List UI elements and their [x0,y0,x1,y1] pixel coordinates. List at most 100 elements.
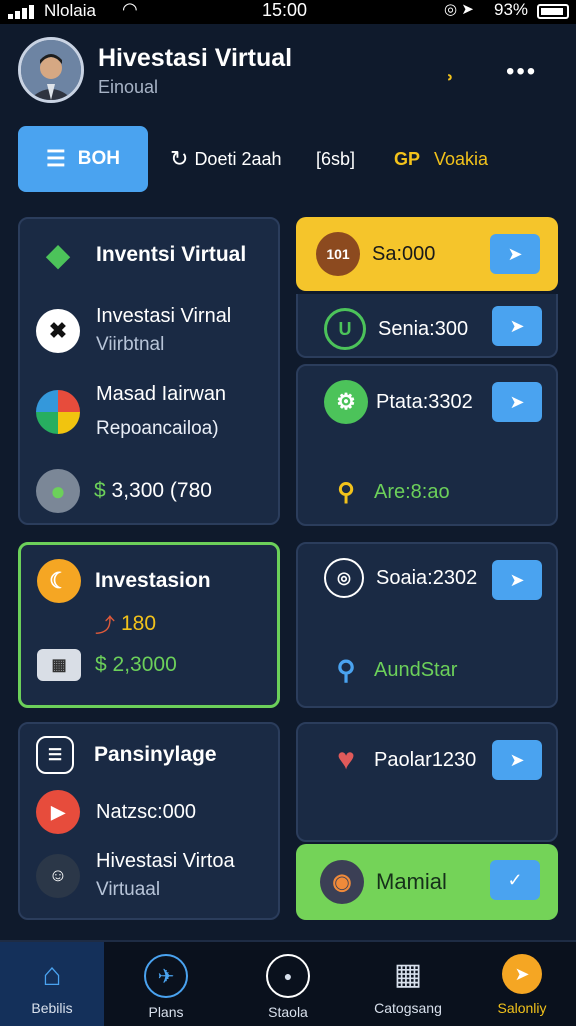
tag-icon: ◉ [320,860,364,904]
home-icon: ⌂ [42,955,62,992]
list-item-soaia[interactable]: ◎ Soaia:2302 ➤ ⚲ AundStar [296,542,558,708]
nav-catogsang[interactable]: ▦ Catogsang [358,942,458,1026]
tab-label: BOH [77,148,120,169]
tab-boh[interactable]: ☰ BOH [18,126,148,192]
send-button[interactable]: ➤ [492,740,542,780]
item-title: Natzsc:000 [96,800,197,823]
list-item[interactable]: Masad Iairwan Repoancailoa) [36,383,226,440]
check-icon: ✓ [507,869,523,890]
app-subtitle: Einoual [98,77,159,97]
moon-icon: ☾ [37,559,81,603]
item-label: Mamial [376,869,447,894]
nav-label: Bebilis [31,1000,73,1016]
list-item-sa[interactable]: 101 Sa:000 ➤ [296,217,558,291]
card-header: ☾ Investasion [37,559,211,603]
card-investasion[interactable]: ☾ Investasion ⤴ 180 ▦ $ 2,3000 [18,542,280,708]
tab-voakia[interactable]: GP Voakia [394,126,488,192]
more-options-icon[interactable]: ••• [506,58,537,86]
card-title: Inventsi Virtual [96,243,247,266]
money-icon: ◆ [46,238,70,272]
status-time: 15:00 [262,0,308,20]
item-label: Senia:300 [378,317,469,340]
battery-icon [537,4,569,19]
app-title: Hivestasi Virtual [98,44,293,72]
tab-label: Doeti 2aah [194,148,282,169]
list-item-mamial[interactable]: ◉ Mamial ✓ [296,844,558,920]
avatar[interactable] [18,37,84,103]
location-pin-icon: ◎ [324,558,364,598]
send-button[interactable]: ➤ [490,234,540,274]
brand-logo-icon[interactable]: ˒ [432,54,468,88]
gear-icon: ⚙ [324,380,368,424]
item-label: Soaia:2302 [376,566,478,589]
tab-doeti[interactable]: ↻ Doeti 2aah [170,126,282,192]
nav-label: Salonliy [497,1000,547,1016]
list-item[interactable]: ✖ Investasi Virnal Viirbtnal [36,305,231,356]
card-title: Pansinylage [94,743,217,766]
item-label: Paolar1230 [374,748,477,771]
refresh-icon: ↻ [170,146,189,171]
item-title: Masad Iairwan [96,383,227,405]
send-button[interactable]: ➤ [492,560,542,600]
nav-bebilis[interactable]: ⌂ Bebilis [0,942,104,1026]
item-row: ◎ Soaia:2302 [324,558,477,598]
item-label: Ptata:3302 [376,390,473,413]
list-item-senia[interactable]: U Senia:300 ➤ [296,294,558,358]
location-icon: ◎ ➤ [444,1,474,18]
tab-6sb[interactable]: [6sb] [316,126,355,192]
amount-value: $ 2,3000 [95,653,177,676]
nav-salonliy[interactable]: ➤ Salonliy [472,942,572,1026]
send-icon: ➤ [509,749,525,770]
send-button[interactable]: ✓ [490,860,540,900]
timer-icon: ● [266,954,310,998]
card-inventsi-virtual[interactable]: ◆ Inventsi Virtual ✖ Investasi Virnal Vi… [18,217,280,525]
send-button[interactable]: ➤ [492,306,542,346]
metric-row: ⤴ 180 [95,609,156,638]
metric-value: 180 [121,611,157,635]
item-row: ♥ Paolar1230 [324,738,476,782]
send-icon: ➤ [509,315,525,336]
card-header: ◆ Inventsi Virtual [36,233,246,277]
menu-icon: ☰ [46,146,66,171]
nav-plans[interactable]: ✈ Plans [116,942,216,1026]
item-title: Hivestasi Virtoa [96,850,235,872]
tab-bar: ☰ BOH ↻ Doeti 2aah [6sb] GP Voakia [0,126,576,196]
nav-label: Staola [268,1004,308,1020]
item-subtitle: Repoancailoa) [96,418,219,439]
card-title: Investasion [95,569,211,592]
profile-icon: ☺ [36,853,80,898]
item-row: ⚲ AundStar [324,648,457,692]
signal-icon [8,5,38,19]
item-title: Investasi Virnal [96,305,232,327]
play-icon: ▶ [36,790,80,834]
item-subtitle: Virtuaal [96,879,161,900]
send-icon: ➤ [502,954,542,994]
amount-value: $ 3,300 (780 [94,479,212,502]
item-label: AundStar [374,658,458,681]
list-item-paolar[interactable]: ♥ Paolar1230 ➤ [296,722,558,842]
carrier-name: Nlolaia [44,1,96,20]
item-row: ◉ Mamial [320,860,447,904]
tab-label: [6sb] [316,148,356,169]
list-item[interactable]: ☺ Hivestasi Virtoa Virtuaal [36,850,235,901]
amount-row: ▦ $ 2,3000 [37,649,177,681]
card-pansinylage[interactable]: ☰ Pansinylage ▶ Natzsc:000 ☺ Hivestasi V… [18,722,280,920]
send-icon: ➤ [509,569,525,590]
compass-icon: ✖ [36,308,80,353]
nav-staola[interactable]: ● Staola [238,942,338,1026]
amount-row: ● $ 3,300 (780 [36,469,212,513]
item-subtitle: Viirbtnal [96,334,165,355]
send-button[interactable]: ➤ [492,382,542,422]
send-icon: ➤ [507,243,523,264]
gp-icon: GP [394,148,421,169]
list-item[interactable]: ▶ Natzsc:000 [36,790,196,834]
list-item-ptata[interactable]: ⚙ Ptata:3302 ➤ ⚲ Are:8:ao [296,364,558,526]
trend-icon: ⤴ [95,615,115,637]
search-icon: ⚲ [336,654,356,685]
bottom-navigation: ⌂ Bebilis ✈ Plans ● Staola ▦ Catogsang ➤… [0,940,576,1026]
item-row: U Senia:300 [324,308,468,350]
badge-icon: 101 [316,232,360,276]
item-row: 101 Sa:000 [316,232,435,276]
item-row: ⚲ Are:8:ao [324,470,449,514]
nav-label: Plans [148,1004,184,1020]
